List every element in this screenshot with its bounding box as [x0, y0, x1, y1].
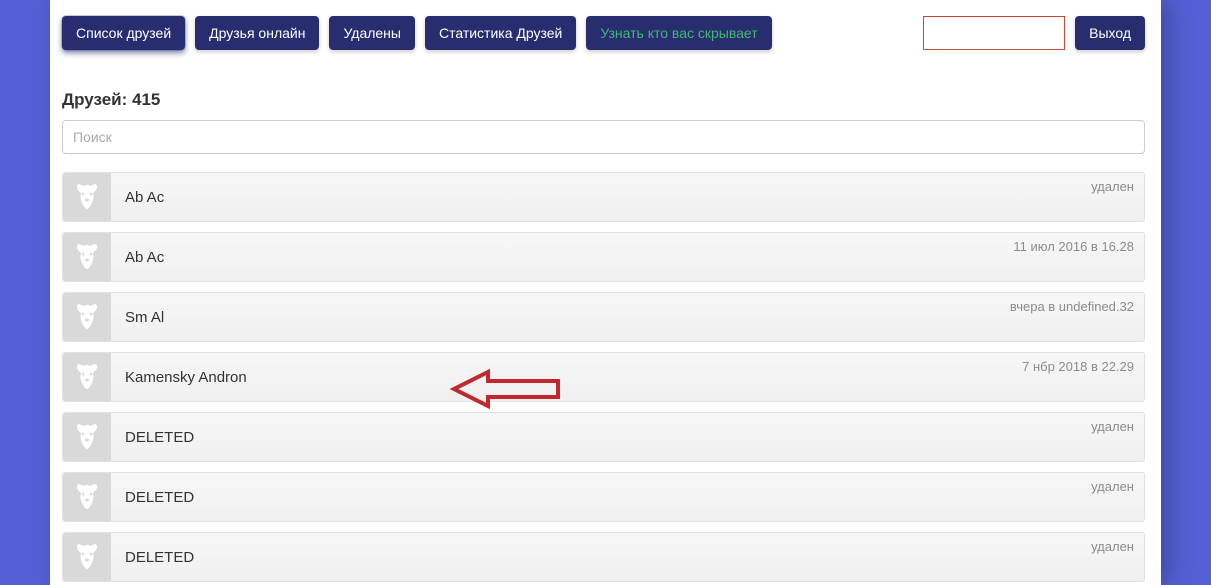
search-input[interactable]: [62, 120, 1145, 154]
list-item[interactable]: Sm Al вчера в undefined.32: [62, 292, 1145, 342]
dog-placeholder-icon: [71, 481, 103, 513]
list-item[interactable]: Ab Ac удален: [62, 172, 1145, 222]
avatar: [63, 533, 111, 581]
list-item[interactable]: Ab Ac 11 июл 2016 в 16.28: [62, 232, 1145, 282]
friend-name: Ab Ac: [111, 233, 1144, 281]
friends-count: Друзей: 415: [62, 90, 1145, 110]
dog-placeholder-icon: [71, 541, 103, 573]
avatar: [63, 233, 111, 281]
list-item[interactable]: DELETED удален: [62, 532, 1145, 582]
avatar: [63, 173, 111, 221]
friend-meta: 11 июл 2016 в 16.28: [1013, 239, 1134, 254]
nav-deleted[interactable]: Удалены: [329, 16, 415, 50]
list-item[interactable]: Kamensky Andron 7 нбр 2018 в 22.29: [62, 352, 1145, 402]
top-search-input[interactable]: [923, 16, 1065, 50]
dog-placeholder-icon: [71, 301, 103, 333]
friend-name: Sm Al: [111, 293, 1144, 341]
avatar: [63, 473, 111, 521]
dog-placeholder-icon: [71, 361, 103, 393]
friend-name: DELETED: [111, 533, 1144, 581]
dog-placeholder-icon: [71, 421, 103, 453]
nav-friends-stats[interactable]: Статистика Друзей: [425, 16, 576, 50]
friend-meta: 7 нбр 2018 в 22.29: [1022, 359, 1134, 374]
friend-meta: вчера в undefined.32: [1010, 299, 1134, 314]
friend-meta: удален: [1091, 419, 1134, 434]
avatar: [63, 293, 111, 341]
friend-name: DELETED: [111, 473, 1144, 521]
top-nav: Список друзей Друзья онлайн Удалены Стат…: [62, 16, 1145, 50]
nav-who-hides[interactable]: Узнать кто вас скрывает: [586, 16, 771, 50]
avatar: [63, 353, 111, 401]
dog-placeholder-icon: [71, 241, 103, 273]
logout-button[interactable]: Выход: [1075, 16, 1145, 50]
friend-meta: удален: [1091, 179, 1134, 194]
nav-friends-online[interactable]: Друзья онлайн: [195, 16, 319, 50]
avatar: [63, 413, 111, 461]
app-container: Список друзей Друзья онлайн Удалены Стат…: [50, 0, 1161, 585]
dog-placeholder-icon: [71, 181, 103, 213]
friend-name: Ab Ac: [111, 173, 1144, 221]
list-item[interactable]: DELETED удален: [62, 472, 1145, 522]
friend-meta: удален: [1091, 479, 1134, 494]
list-item[interactable]: DELETED удален: [62, 412, 1145, 462]
friend-meta: удален: [1091, 539, 1134, 554]
friends-list: Ab Ac удален Ab Ac 11 июл 2016 в 16.28 S…: [62, 172, 1145, 582]
nav-friends-list[interactable]: Список друзей: [62, 16, 185, 50]
friend-name: Kamensky Andron: [111, 353, 1144, 401]
friend-name: DELETED: [111, 413, 1144, 461]
